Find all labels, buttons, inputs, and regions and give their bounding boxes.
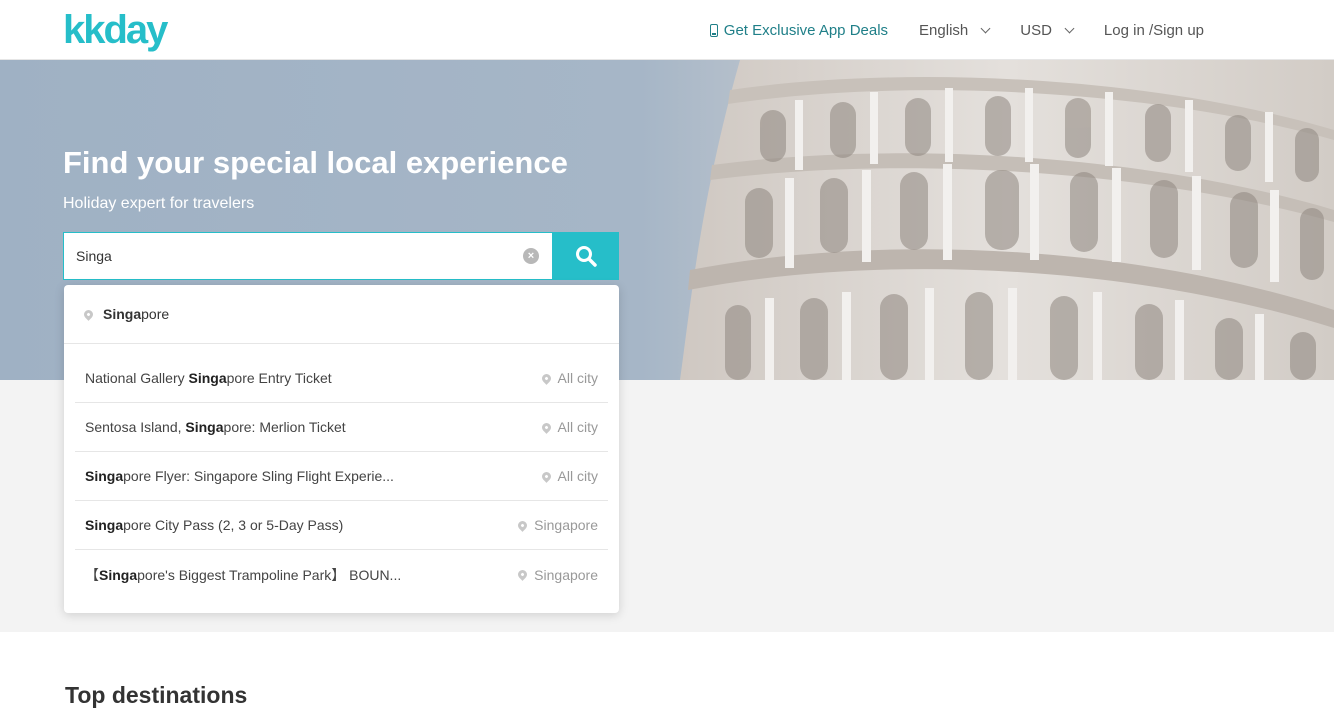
top-header: kkday Get Exclusive App Deals English US… <box>0 0 1334 60</box>
search-suggestions-dropdown: Singa pore National Gallery Singapore Ent… <box>64 285 619 613</box>
result-city: Singapore <box>516 517 598 533</box>
map-pin-icon <box>516 518 530 532</box>
app-deals-link[interactable]: Get Exclusive App Deals <box>709 21 889 39</box>
search-button[interactable] <box>552 232 619 280</box>
result-title: Singapore Flyer: Singapore Sling Flight … <box>85 468 394 484</box>
result-item[interactable]: Sentosa Island, Singapore: Merlion Ticke… <box>75 403 608 452</box>
result-title: National Gallery Singapore Entry Ticket <box>85 370 332 386</box>
result-title: Singapore City Pass (2, 3 or 5-Day Pass) <box>85 517 344 533</box>
clear-icon[interactable]: × <box>523 248 539 264</box>
result-item[interactable]: Singapore City Pass (2, 3 or 5-Day Pass)… <box>75 501 608 550</box>
chevron-down-icon <box>980 23 991 33</box>
result-item[interactable]: National Gallery Singapore Entry Ticket … <box>75 354 608 403</box>
map-pin-icon <box>539 371 553 385</box>
section-title-top-destinations: Top destinations <box>65 682 248 708</box>
logo-text: kkday <box>63 8 168 52</box>
map-pin-icon <box>82 307 95 321</box>
search-input[interactable] <box>76 233 516 279</box>
currency-selector[interactable]: USD <box>1020 21 1075 39</box>
result-title: 【Singapore's Biggest Trampoline Park】 BO… <box>85 566 402 583</box>
kkday-logo[interactable]: kkday <box>63 8 168 52</box>
map-pin-icon <box>539 420 553 434</box>
hero-title: Find your special local experience <box>63 145 568 180</box>
result-item[interactable]: 【Singapore's Biggest Trampoline Park】 BO… <box>75 550 608 599</box>
result-item[interactable]: Singapore Flyer: Singapore Sling Flight … <box>75 452 608 501</box>
suggestion-match: Singa <box>103 306 142 322</box>
chevron-down-icon <box>1064 23 1075 33</box>
result-city: All city <box>539 419 598 435</box>
language-label: English <box>919 21 969 39</box>
login-label: Log in /Sign up <box>1103 21 1204 39</box>
app-deals-label: Get Exclusive App Deals <box>723 21 889 39</box>
language-selector[interactable]: English <box>919 21 991 39</box>
currency-label: USD <box>1020 21 1052 39</box>
result-city: All city <box>539 370 598 386</box>
search-icon <box>575 246 597 267</box>
top-nav: Get Exclusive App Deals English USD Log … <box>709 0 1204 60</box>
login-signup-link[interactable]: Log in /Sign up <box>1104 22 1204 39</box>
result-city: All city <box>539 468 598 484</box>
map-pin-icon <box>539 469 553 483</box>
result-title: Sentosa Island, Singapore: Merlion Ticke… <box>85 419 346 435</box>
search-box: × <box>63 232 552 280</box>
phone-icon <box>709 23 718 37</box>
suggestion-results: National Gallery Singapore Entry Ticket … <box>64 344 619 599</box>
map-pin-icon <box>516 568 530 581</box>
hero-subtitle: Holiday expert for travelers <box>63 195 255 212</box>
result-city: Singapore <box>516 567 598 583</box>
suggestion-destination[interactable]: Singa pore <box>64 285 619 344</box>
suggestion-rest: pore <box>141 306 170 322</box>
